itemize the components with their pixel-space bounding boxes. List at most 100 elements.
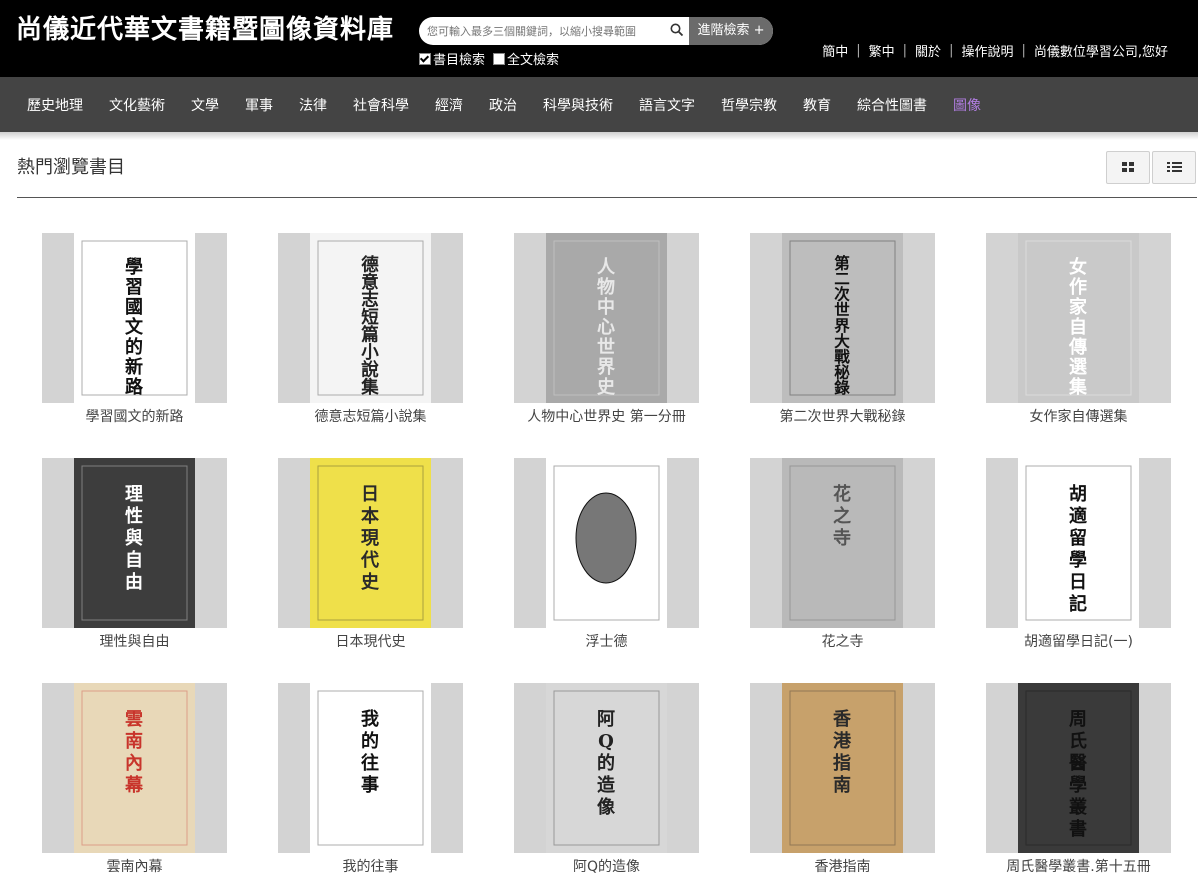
fulltext-search-option[interactable]: 全文檢索 bbox=[493, 49, 559, 68]
book-card[interactable]: 第二次世界大戰秘錄第二次世界大戰秘錄 bbox=[750, 233, 935, 426]
cover-title-char: 由 bbox=[125, 571, 143, 593]
cover-title-char: 叢 bbox=[1069, 797, 1087, 818]
book-thumbnail[interactable]: 日本現代史 bbox=[278, 458, 463, 628]
about-link[interactable]: 關於 bbox=[915, 41, 941, 60]
book-card[interactable]: 雲南內幕雲南內幕 bbox=[42, 683, 227, 876]
separator: | bbox=[949, 43, 954, 58]
book-card[interactable]: 我的往事我的往事 bbox=[278, 683, 463, 876]
nav-item[interactable]: 軍事 bbox=[232, 95, 286, 115]
book-card[interactable]: 阿 Q 的造像阿Q的造像 bbox=[514, 683, 699, 876]
nav-item[interactable]: 文學 bbox=[178, 95, 232, 115]
book-card[interactable]: 德意志短篇小說集德意志短篇小說集 bbox=[278, 233, 463, 426]
cover-title-char: 性 bbox=[125, 505, 143, 527]
cover-title-char: 路 bbox=[125, 376, 144, 398]
book-card[interactable]: 周氏醫學叢書周氏醫學叢書.第十五冊 bbox=[986, 683, 1171, 876]
nav-item[interactable]: 綜合性圖書 bbox=[844, 95, 940, 115]
book-card[interactable]: 女作家自傳選集女作家自傳選集 bbox=[986, 233, 1171, 426]
list-view-button[interactable] bbox=[1152, 151, 1196, 184]
cover-title-char: 香 bbox=[832, 709, 852, 730]
nav-item[interactable]: 語言文字 bbox=[626, 95, 708, 115]
book-title[interactable]: 我的往事 bbox=[278, 856, 463, 876]
book-thumbnail[interactable]: 花之寺 bbox=[750, 458, 935, 628]
book-title[interactable]: 阿Q的造像 bbox=[514, 856, 699, 876]
cover-title-char: 之 bbox=[833, 505, 851, 527]
nav-item[interactable]: 哲學宗教 bbox=[708, 95, 790, 115]
book-title[interactable]: 日本現代史 bbox=[278, 631, 463, 651]
book-card[interactable]: 胡適留學日記胡適留學日記(一) bbox=[986, 458, 1171, 651]
book-thumbnail[interactable]: 女作家自傳選集 bbox=[986, 233, 1171, 403]
section-title: 熱門瀏覽書目 bbox=[17, 157, 125, 178]
book-title[interactable]: 胡適留學日記(一) bbox=[986, 631, 1171, 651]
nav-item[interactable]: 科學與技術 bbox=[530, 95, 626, 115]
book-title[interactable]: 周氏醫學叢書.第十五冊 bbox=[986, 856, 1171, 876]
fulltext-search-checkbox[interactable] bbox=[493, 52, 506, 65]
help-link[interactable]: 操作說明 bbox=[961, 41, 1013, 60]
nav-item[interactable]: 歷史地理 bbox=[14, 95, 96, 115]
book-title[interactable]: 德意志短篇小說集 bbox=[278, 406, 463, 426]
book-cover-image: 人物中心世界史 bbox=[546, 233, 667, 403]
book-card[interactable]: 學習國文的新路學習國文的新路 bbox=[42, 233, 227, 426]
nav-item[interactable]: 政治 bbox=[476, 95, 530, 115]
book-title[interactable]: 人物中心世界史 第一分冊 bbox=[514, 406, 699, 426]
book-thumbnail[interactable]: 香港指南 bbox=[750, 683, 935, 853]
search-options: 書目檢索 全文檢索 bbox=[419, 49, 559, 68]
cover-title-char: 國 bbox=[125, 297, 143, 318]
book-title[interactable]: 第二次世界大戰秘錄 bbox=[750, 406, 935, 426]
book-title[interactable]: 浮士德 bbox=[514, 631, 699, 651]
search-icon[interactable] bbox=[669, 22, 685, 38]
book-thumbnail[interactable] bbox=[514, 458, 699, 628]
book-thumbnail[interactable]: 周氏醫學叢書 bbox=[986, 683, 1171, 853]
cover-title-char: 理 bbox=[125, 484, 143, 505]
cover-title-char: 現 bbox=[361, 528, 379, 549]
grid-view-button[interactable] bbox=[1106, 151, 1150, 184]
lang-simplified-link[interactable]: 簡中 bbox=[822, 41, 848, 60]
cover-title-char: 幕 bbox=[124, 775, 144, 796]
book-title[interactable]: 花之寺 bbox=[750, 631, 935, 651]
cover-title-char: 寺 bbox=[833, 528, 851, 549]
book-thumbnail[interactable]: 理性與自由 bbox=[42, 458, 227, 628]
cover-title-char: 的 bbox=[361, 730, 379, 752]
book-thumbnail[interactable]: 雲南內幕 bbox=[42, 683, 227, 853]
nav-item[interactable]: 社會科學 bbox=[340, 95, 422, 115]
book-thumbnail[interactable]: 我的往事 bbox=[278, 683, 463, 853]
cover-title-char: 世 bbox=[597, 337, 615, 358]
book-thumbnail[interactable]: 第二次世界大戰秘錄 bbox=[750, 233, 935, 403]
book-thumbnail[interactable]: 人物中心世界史 bbox=[514, 233, 699, 403]
nav-item[interactable]: 文化藝術 bbox=[96, 95, 178, 115]
book-title[interactable]: 理性與自由 bbox=[42, 631, 227, 651]
nav-item[interactable]: 法律 bbox=[286, 95, 340, 115]
book-thumbnail[interactable]: 德意志短篇小說集 bbox=[278, 233, 463, 403]
nav-item[interactable]: 教育 bbox=[790, 95, 844, 115]
book-thumbnail[interactable]: 學習國文的新路 bbox=[42, 233, 227, 403]
search-input[interactable] bbox=[419, 17, 671, 45]
book-card[interactable]: 理性與自由理性與自由 bbox=[42, 458, 227, 651]
book-cover-image: 學習國文的新路 bbox=[74, 233, 195, 403]
cover-title-char: 往 bbox=[361, 752, 379, 774]
cover-title-char: 物 bbox=[597, 276, 615, 298]
cover-title-char: 人 bbox=[597, 257, 616, 278]
book-title[interactable]: 雲南內幕 bbox=[42, 856, 227, 876]
advanced-search-button[interactable]: 進階檢索 + bbox=[689, 17, 773, 45]
book-title[interactable]: 香港指南 bbox=[750, 856, 935, 876]
book-card[interactable]: 人物中心世界史人物中心世界史 第一分冊 bbox=[514, 233, 699, 426]
book-title[interactable]: 學習國文的新路 bbox=[42, 406, 227, 426]
catalog-search-checkbox[interactable] bbox=[419, 52, 431, 65]
book-thumbnail[interactable]: 胡適留學日記 bbox=[986, 458, 1171, 628]
site-logo[interactable]: 尚儀近代華文書籍暨圖像資料庫 bbox=[16, 9, 394, 46]
nav-item[interactable]: 圖像 bbox=[940, 95, 994, 115]
lang-traditional-link[interactable]: 繁中 bbox=[869, 41, 895, 60]
catalog-search-option[interactable]: 書目檢索 bbox=[419, 49, 485, 68]
nav-item[interactable]: 經濟 bbox=[422, 95, 476, 115]
user-greeting-link[interactable]: 尚儀數位學習公司,您好 bbox=[1034, 41, 1168, 60]
cover-title-char: 指 bbox=[833, 752, 851, 774]
separator: | bbox=[856, 43, 861, 58]
book-thumbnail[interactable]: 阿Q的造像 bbox=[514, 683, 699, 853]
book-cover-image: 花之寺 bbox=[782, 458, 903, 628]
book-card[interactable]: 浮士德 bbox=[514, 458, 699, 651]
book-title[interactable]: 女作家自傳選集 bbox=[986, 406, 1171, 426]
book-card[interactable]: 日本現代史日本現代史 bbox=[278, 458, 463, 651]
book-card[interactable]: 花之寺花之寺 bbox=[750, 458, 935, 651]
book-card[interactable]: 香港指南香港指南 bbox=[750, 683, 935, 876]
header: 尚儀近代華文書籍暨圖像資料庫 進階檢索 + 書目檢索 全文檢索 簡中 | 繁中 … bbox=[0, 0, 1198, 77]
book-cover-image: 理性與自由 bbox=[74, 458, 195, 628]
